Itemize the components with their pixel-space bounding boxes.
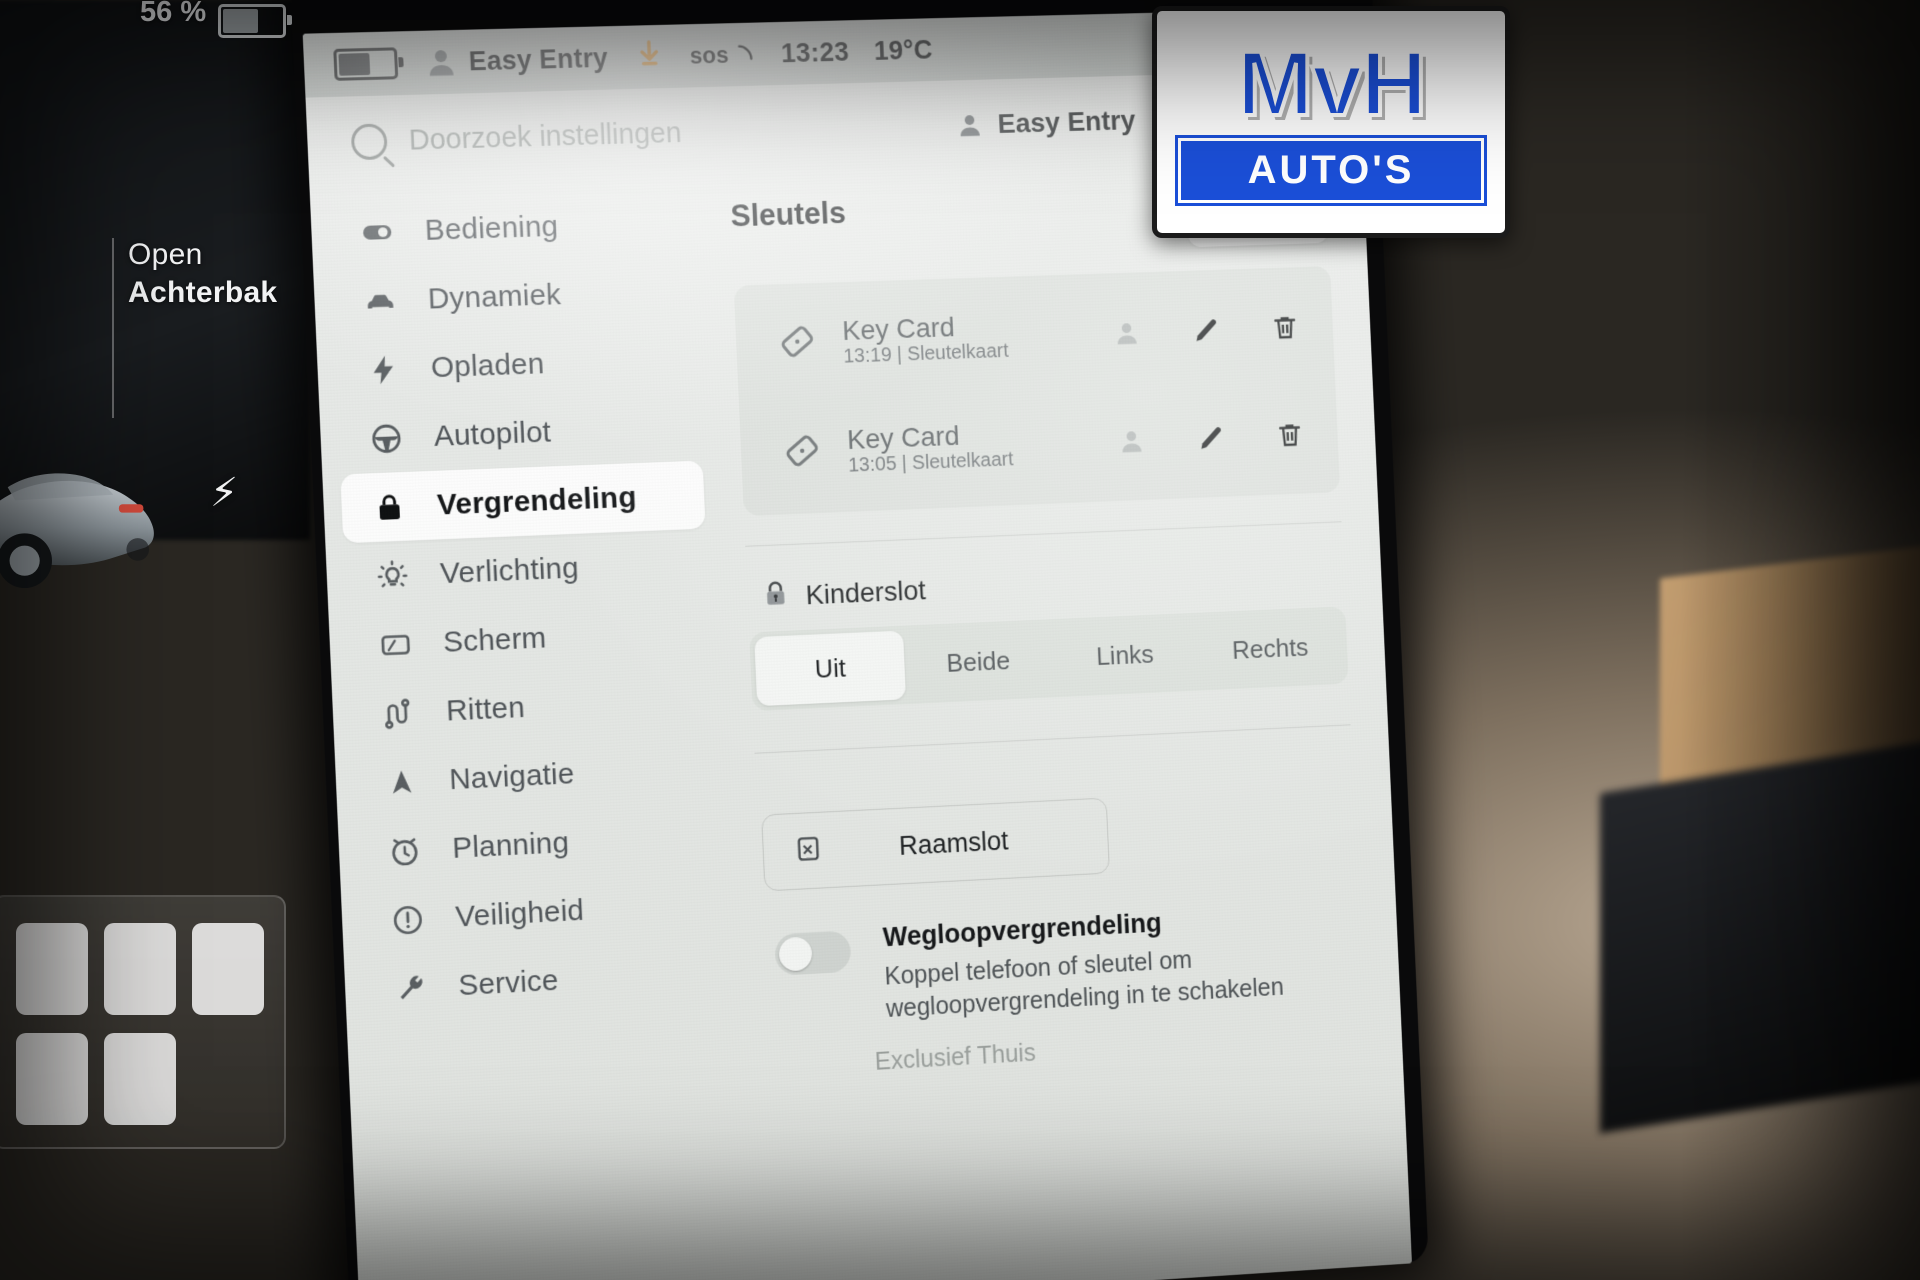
child-lock-icon <box>760 578 791 614</box>
dealer-watermark: MvH AUTO'S <box>1152 6 1510 238</box>
light-bulb-icon <box>374 557 411 594</box>
navigation-arrow-icon <box>383 763 420 801</box>
search-input[interactable]: Doorzoek instellingen <box>408 117 682 157</box>
sidebar-item-label: Opladen <box>430 347 545 385</box>
key-name: Key Card <box>846 420 960 455</box>
key-tag-icon <box>776 320 823 368</box>
status-time: 13:23 <box>781 37 850 69</box>
sidebar-item-label: Navigatie <box>449 757 576 797</box>
steering-wheel-icon <box>368 420 405 457</box>
schedule-clock-icon <box>386 832 423 870</box>
trash-delete-icon[interactable] <box>1273 418 1306 452</box>
watermark-subtitle: AUTO'S <box>1178 138 1484 203</box>
seat-layout-panel[interactable] <box>0 895 286 1149</box>
table-row[interactable]: Key Card 13:05 | Sleutelkaart <box>739 379 1340 510</box>
vehicle-status-strip: 56 % Open Achterbak ⚡ <box>0 0 300 1280</box>
person-icon[interactable] <box>1115 423 1149 457</box>
page-title: Sleutels <box>730 189 847 234</box>
photo-of-tesla-touchscreen: Easy Entry sos 13:23 19°C Doorzoek inste… <box>0 0 1920 1280</box>
child-lock-option-beide[interactable]: Beide <box>903 624 1053 699</box>
car-front-icon <box>362 282 399 319</box>
wrench-icon <box>392 969 429 1007</box>
key-tag-icon <box>781 429 828 477</box>
alert-circle-icon <box>389 901 426 939</box>
sidebar-item-label: Service <box>458 963 560 1002</box>
open-trunk-action[interactable]: Open Achterbak <box>128 236 277 312</box>
display-screen-icon <box>377 626 414 663</box>
child-lock-title: Kinderslot <box>805 574 926 611</box>
lock-icon <box>371 488 408 525</box>
child-lock-option-links[interactable]: Links <box>1050 618 1199 693</box>
child-lock-segmented-control: Uit Beide Links Rechts <box>749 606 1349 711</box>
key-name: Key Card <box>842 311 956 345</box>
sidebar-item-label: Planning <box>452 826 570 866</box>
sidebar-item-dynamiek[interactable]: Dynamiek <box>331 256 696 336</box>
watermark-brand: MvH <box>1237 41 1425 128</box>
sidebar-item-label: Veiligheid <box>455 894 585 935</box>
sidebar-item-label: Verlichting <box>439 551 579 591</box>
sidebar-item-label: Vergrendeling <box>436 480 637 522</box>
status-temperature: 19°C <box>873 34 933 66</box>
window-lock-icon <box>792 832 825 870</box>
window-lock-label: Raamslot <box>860 822 1080 863</box>
search-icon <box>351 123 388 160</box>
battery-percent-label: 56 % <box>140 0 206 29</box>
keys-list: Key Card 13:19 | Sleutelkaart Key Card 1… <box>734 266 1341 516</box>
person-icon <box>423 44 460 81</box>
settings-content: Sleutels Sleutel toevoegen Key Card 1 <box>707 158 1411 1280</box>
battery-icon <box>218 4 286 38</box>
section-divider <box>745 521 1341 547</box>
child-lock-option-rechts[interactable]: Rechts <box>1196 611 1344 685</box>
sidebar-item-label: Autopilot <box>433 415 551 453</box>
sidebar-item-label: Scherm <box>442 621 547 659</box>
child-lock-header: Kinderslot <box>760 555 1344 614</box>
status-battery <box>333 47 398 81</box>
status-profile[interactable]: Easy Entry <box>423 40 609 80</box>
sos-call-button[interactable]: sos <box>689 41 756 69</box>
window-lock-button[interactable]: Raamslot <box>761 797 1110 891</box>
route-icon <box>380 695 417 733</box>
trash-delete-icon[interactable] <box>1268 310 1301 344</box>
key-meta: 13:19 | Sleutelkaart <box>843 341 1009 368</box>
sos-label: sos <box>689 41 729 68</box>
open-trunk-line2: Achterbak <box>128 276 277 309</box>
lightning-bolt-icon: ⚡ <box>210 470 238 516</box>
status-profile-label: Easy Entry <box>468 43 609 77</box>
download-arrow-icon[interactable] <box>633 38 666 76</box>
walkaway-lock-toggle[interactable] <box>774 930 851 975</box>
divider-line <box>112 238 114 418</box>
sidebar-item-label: Ritten <box>446 691 526 728</box>
open-trunk-line1: Open <box>128 238 203 271</box>
exclusive-home-label: Exclusief Thuis <box>874 1020 1365 1077</box>
lightning-bolt-icon <box>365 351 402 388</box>
sidebar-item-bediening[interactable]: Bediening <box>328 188 693 268</box>
sidebar-item-label: Dynamiek <box>427 278 562 316</box>
settings-panel: Doorzoek instellingen Easy Entry Bedieni… <box>305 70 1411 1280</box>
pencil-edit-icon[interactable] <box>1189 313 1223 347</box>
battery-icon <box>333 47 398 81</box>
settings-sidebar: Bediening Dynamiek Opladen Autopilot Ver… <box>310 178 758 1280</box>
profile-selector[interactable]: Easy Entry <box>955 105 1136 141</box>
pencil-edit-icon[interactable] <box>1194 420 1228 454</box>
vehicle-image <box>0 415 215 665</box>
person-icon[interactable] <box>1110 315 1144 349</box>
toggle-switch-icon <box>359 213 396 250</box>
walkaway-lock-row: Wegloopvergrendeling Koppel telefoon of … <box>774 897 1363 1032</box>
profile-label: Easy Entry <box>997 105 1136 140</box>
child-lock-option-uit[interactable]: Uit <box>754 631 906 707</box>
sidebar-item-opladen[interactable]: Opladen <box>334 324 699 405</box>
dashboard-lower <box>1600 727 1920 1134</box>
phone-icon <box>734 42 756 64</box>
person-icon <box>955 110 985 140</box>
sidebar-item-label: Bediening <box>424 209 559 247</box>
